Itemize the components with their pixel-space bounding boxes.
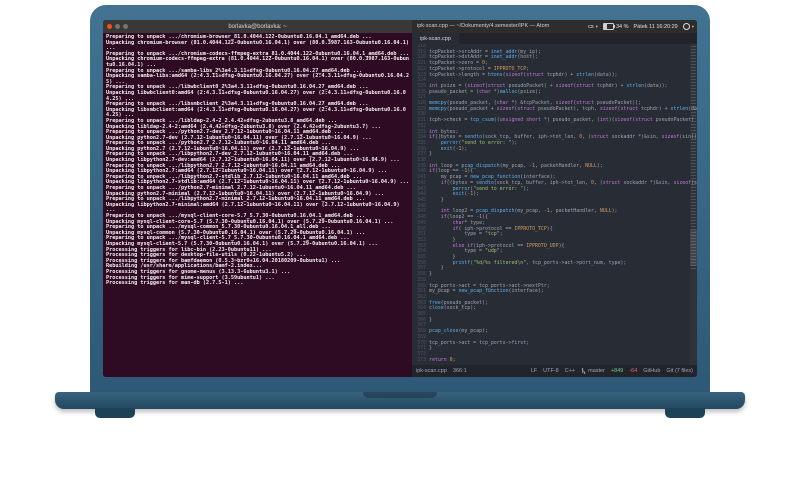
terminal-window: borlavka@borlavka: ~ Preparing to unpack… bbox=[103, 20, 412, 377]
code-line: 373 return 0; bbox=[412, 356, 697, 364]
scene: ipk-scan.cpp — ~/Dokumenty/4.semester/IP… bbox=[0, 0, 800, 477]
line-number: 373 bbox=[417, 356, 426, 363]
git-branch[interactable]: master bbox=[581, 367, 605, 375]
power-menu[interactable]: ▾ bbox=[682, 23, 694, 30]
laptop-lid: ipk-scan.cpp — ~/Dokumenty/4.semester/IP… bbox=[90, 5, 710, 392]
git-panel-toggle[interactable]: Git (7 files) bbox=[666, 368, 693, 374]
code-text: tcp_ports->act = tcp_ports->first; bbox=[429, 339, 530, 346]
git-branch-icon bbox=[581, 368, 586, 374]
laptop-foot-right bbox=[665, 408, 705, 418]
laptop-foot-left bbox=[95, 408, 135, 418]
code-line: 331 tcph->check = tcp_csum((unsigned shor… bbox=[412, 117, 697, 124]
base-notch bbox=[363, 392, 437, 398]
battery-indicator[interactable]: 34 % bbox=[602, 23, 629, 30]
keyboard-layout-indicator[interactable]: cs ▾ bbox=[588, 24, 598, 30]
status-line-ending[interactable]: LF bbox=[531, 368, 537, 374]
atom-window-title: ipk-scan.cpp — ~/Dokumenty/4.semester/IP… bbox=[417, 23, 550, 29]
code-text: close(sock_tcp); bbox=[429, 305, 477, 312]
editor-status-bar: ipk-scan.cpp 366:1 LF UTF-8 C++ master +… bbox=[412, 365, 697, 377]
code-text: exit(-1); bbox=[440, 145, 468, 152]
system-indicators: cs ▾ 34 % Pátek 11 16:20:29 ▾ bbox=[588, 20, 694, 33]
git-branch-label: master bbox=[588, 368, 605, 374]
terminal-titlebar[interactable]: borlavka@borlavka: ~ bbox=[103, 20, 412, 33]
maximize-button[interactable] bbox=[123, 24, 128, 29]
battery-icon bbox=[602, 23, 615, 30]
status-grammar[interactable]: C++ bbox=[565, 368, 575, 374]
chevron-down-icon: ▾ bbox=[595, 23, 598, 29]
code-text: return 0; bbox=[429, 356, 456, 363]
terminal-line: Unpacking chromium-codecs-ffmpeg-extra (… bbox=[106, 56, 409, 68]
code-text: tcpPacket->length = htons(sizeof(struct … bbox=[429, 71, 618, 78]
atom-editor: ipk-scan.cpp 318 319 tcpPacket->srcAddr =… bbox=[412, 33, 697, 377]
code-text: pseudo_packet = (char *)malloc(psize); bbox=[429, 88, 541, 95]
minimap[interactable] bbox=[690, 44, 697, 365]
github-panel-toggle[interactable]: GitHub bbox=[643, 368, 660, 374]
window-controls bbox=[107, 20, 128, 33]
terminal-line: Processing triggers for man-db (2.7.5-1)… bbox=[106, 280, 244, 287]
git-diff-removed[interactable]: -64 bbox=[629, 368, 637, 374]
code-area[interactable]: 318 319 tcpPacket->srcAddr = inet_addr(my… bbox=[412, 44, 697, 365]
clock-indicator[interactable]: Pátek 11 16:20:29 bbox=[633, 24, 677, 30]
keyboard-layout-label: cs bbox=[588, 23, 594, 30]
code-text: pcap_close(my_pcap); bbox=[429, 328, 488, 335]
code-text: tcph->check = tcp_csum((unsigned short *… bbox=[429, 117, 695, 124]
terminal-output[interactable]: Preparing to unpack .../chromium-browser… bbox=[103, 33, 412, 377]
minimap-scrollbar[interactable] bbox=[690, 230, 697, 267]
terminal-title: borlavka@borlavka: ~ bbox=[228, 23, 287, 30]
code-rows: 318 319 tcpPacket->srcAddr = inet_addr(my… bbox=[412, 44, 697, 363]
code-text: memcpy(pseudo_packet + sizeof(struct pse… bbox=[429, 105, 697, 112]
chevron-down-icon: ▾ bbox=[691, 23, 694, 29]
status-cursor-position[interactable]: 366:1 bbox=[453, 368, 467, 374]
status-right-group: LF UTF-8 C++ master +849 -64 GitHub Git … bbox=[531, 367, 693, 375]
editor-tab[interactable]: ipk-scan.cpp bbox=[412, 33, 459, 44]
power-icon bbox=[682, 23, 690, 30]
code-text: my_pcap = new_pcap_function(interface); bbox=[429, 288, 544, 295]
git-diff-added[interactable]: +849 bbox=[611, 368, 623, 374]
battery-percentage: 34 % bbox=[615, 23, 629, 30]
close-button[interactable] bbox=[107, 24, 112, 29]
code-line: 329 memcpy(pseudo_packet + sizeof(struct … bbox=[412, 105, 697, 113]
status-file[interactable]: ipk-scan.cpp bbox=[416, 368, 447, 374]
screen: ipk-scan.cpp — ~/Dokumenty/4.semester/IP… bbox=[103, 20, 697, 377]
minimize-button[interactable] bbox=[115, 24, 120, 29]
editor-tab-label: ipk-scan.cpp bbox=[420, 35, 451, 42]
laptop-base bbox=[55, 392, 745, 409]
code-text: printf("%d/%s filtered\n", tcp_ports->ac… bbox=[452, 259, 627, 266]
editor-tab-bar: ipk-scan.cpp bbox=[412, 33, 697, 44]
status-encoding[interactable]: UTF-8 bbox=[543, 368, 559, 374]
